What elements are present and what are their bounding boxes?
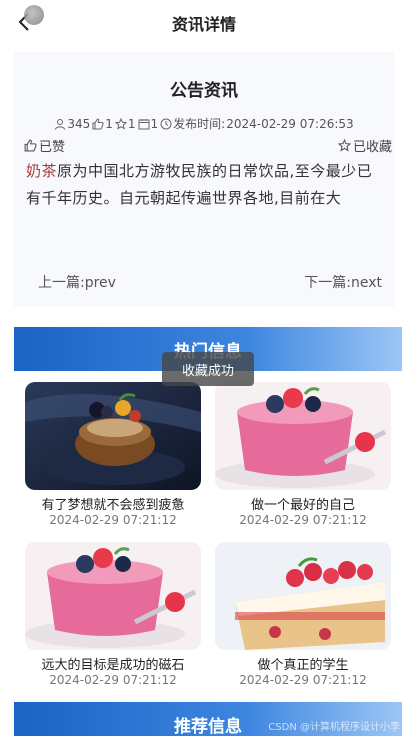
hot-card-date: 2024-02-29 07:21:12 — [239, 673, 367, 687]
top-nav-bar: 资讯详情 — [0, 0, 408, 46]
publish-time: 发布时间: 2024-02-29 07:26:53 — [160, 115, 354, 132]
like-button[interactable]: 已赞 — [24, 136, 65, 155]
hot-card-4[interactable]: 做个真正的学生 2024-02-29 07:21:12 — [215, 542, 391, 692]
collect-label: 已收藏 — [352, 140, 392, 155]
article-pager: 上一篇:prev 下一篇:next — [38, 272, 382, 292]
views-value: 345 — [67, 116, 91, 131]
collects-count: 1 — [114, 116, 136, 131]
user-icon — [55, 118, 66, 130]
article-title: 公告资讯 — [170, 81, 238, 101]
collect-button[interactable]: 已收藏 — [337, 136, 392, 155]
next-link[interactable]: 下一篇:next — [304, 272, 382, 292]
pink-pudding-image — [25, 542, 201, 650]
views-count: 345 — [54, 117, 90, 131]
hot-card-date: 2024-02-29 07:21:12 — [49, 513, 177, 527]
hot-card-3[interactable]: 远大的目标是成功的磁石 2024-02-29 07:21:12 — [25, 542, 201, 692]
next-label: 下一篇: — [304, 275, 351, 291]
content-text: 原为中国北方游牧民族的日常饮品,至今最少已有千年历史。自元朝起传遍世界各地,目前… — [26, 162, 373, 207]
cake-dark-plate-image — [25, 382, 201, 490]
article-card: 公告资讯 345 1 1 1 发布时间: 2024-02-29 07:26:53… — [14, 52, 394, 307]
hot-card-title: 远大的目标是成功的磁石 — [41, 658, 185, 673]
publish-value: 2024-02-29 07:26:53 — [226, 116, 354, 131]
prev-label: 上一篇: — [38, 275, 85, 291]
comments-value: 1 — [150, 116, 159, 131]
hot-card-title: 做个真正的学生 — [257, 658, 349, 673]
page-title: 资讯详情 — [171, 15, 236, 34]
hot-card-date: 2024-02-29 07:21:12 — [239, 513, 367, 527]
article-content: 奶茶原为中国北方游牧民族的日常饮品,至今最少已有千年历史。自元朝起传遍世界各地,… — [26, 158, 380, 212]
recommend-section-title: 推荐信息 — [174, 716, 242, 736]
star-icon — [114, 117, 127, 130]
article-meta: 345 1 1 1 发布时间: 2024-02-29 07:26:53 — [14, 115, 394, 132]
likes-count: 1 — [92, 117, 113, 131]
star-icon — [337, 139, 351, 152]
likes-value: 1 — [105, 116, 113, 131]
prev-value: prev — [84, 275, 116, 291]
thumbs-up-icon — [92, 117, 104, 129]
avatar[interactable] — [24, 5, 44, 25]
toast-message: 收藏成功 — [162, 352, 254, 386]
prev-link[interactable]: 上一篇:prev — [38, 272, 116, 292]
article-actions: 已赞 已收藏 — [24, 136, 392, 155]
pink-pudding-image — [215, 382, 391, 490]
hot-card-title: 做一个最好的自己 — [250, 498, 355, 513]
raspberry-cake-image — [215, 542, 391, 650]
hot-card-2[interactable]: 做一个最好的自己 2024-02-29 07:21:12 — [215, 382, 391, 532]
calendar-icon — [138, 118, 150, 129]
next-value: next — [350, 275, 382, 291]
content-highlight: 奶茶 — [26, 162, 58, 180]
comments-count: 1 — [138, 116, 159, 131]
watermark: CSDN @计算机程序设计小李 — [268, 722, 400, 733]
hot-card-title: 有了梦想就不会感到疲惫 — [41, 498, 185, 513]
thumbs-up-icon — [24, 139, 37, 152]
collects-value: 1 — [127, 116, 136, 131]
hot-card-1[interactable]: 有了梦想就不会感到疲惫 2024-02-29 07:21:12 — [25, 382, 201, 532]
publish-label: 发布时间: — [173, 117, 226, 131]
clock-icon — [160, 118, 172, 129]
like-label: 已赞 — [39, 140, 66, 155]
hot-card-date: 2024-02-29 07:21:12 — [49, 673, 177, 687]
